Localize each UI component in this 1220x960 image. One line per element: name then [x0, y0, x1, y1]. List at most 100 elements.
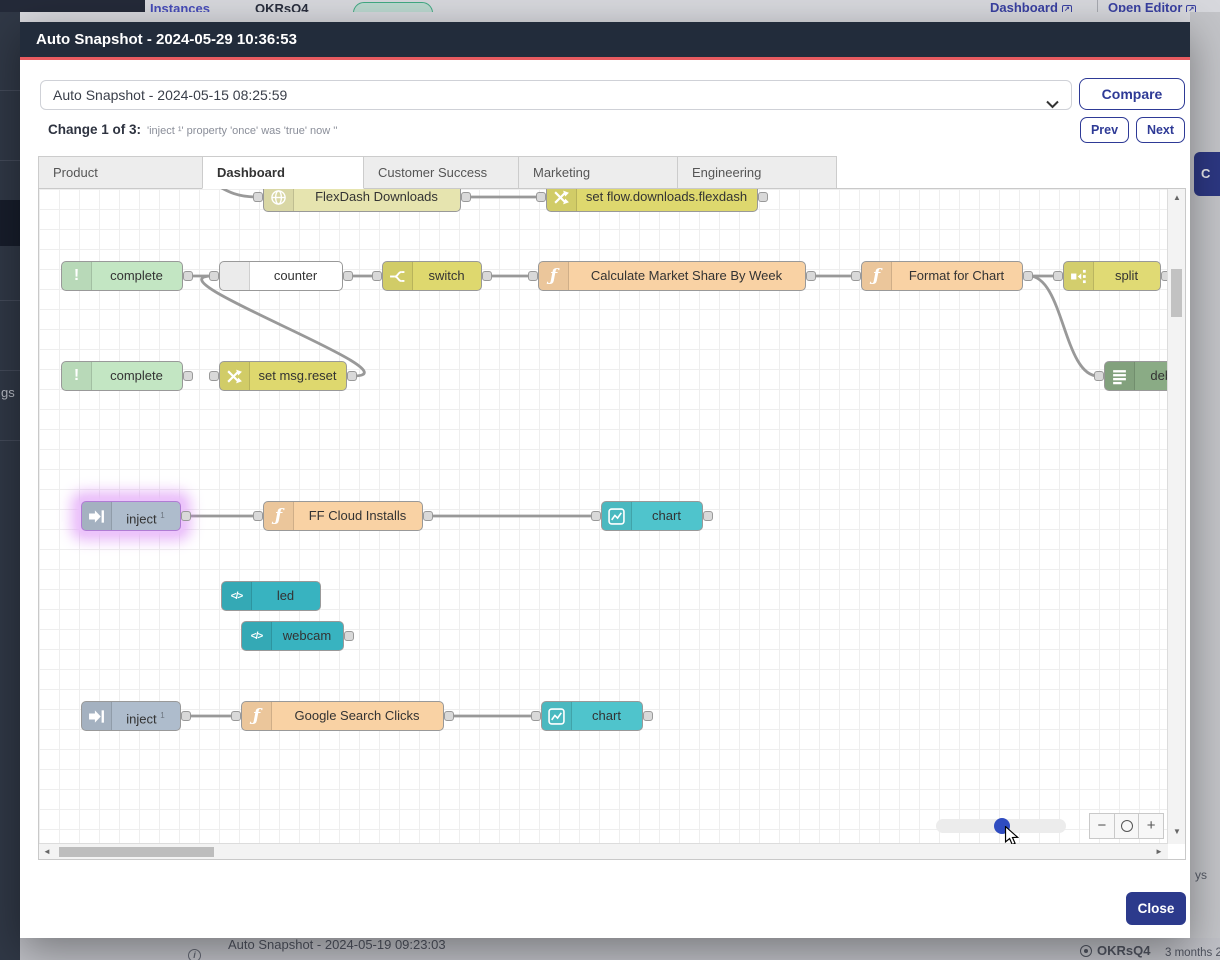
compare-button[interactable]: Compare — [1079, 78, 1185, 110]
flow-node-calc[interactable]: ƒCalculate Market Share By Week — [538, 261, 806, 291]
output-port[interactable] — [181, 511, 191, 521]
input-port[interactable] — [253, 192, 263, 202]
chart-icon — [602, 502, 632, 530]
node-label: inject 1 — [113, 702, 178, 730]
input-port[interactable] — [372, 271, 382, 281]
prev-change-button[interactable]: Prev — [1080, 117, 1129, 143]
input-port[interactable] — [1094, 371, 1104, 381]
flow-node-chart1[interactable]: chart — [601, 501, 703, 531]
input-port[interactable] — [1053, 271, 1063, 281]
complete-icon: ! — [62, 362, 92, 390]
input-port[interactable] — [851, 271, 861, 281]
flow-node-switch[interactable]: switch — [382, 261, 482, 291]
tab-product[interactable]: Product — [38, 156, 203, 189]
flow-node-chart2[interactable]: chart — [541, 701, 643, 731]
flow-node-led[interactable]: </>led — [221, 581, 321, 611]
flow-node-webcam[interactable]: </>webcam — [241, 621, 344, 651]
flow-area[interactable]: FlexDash Downloads set flow.downloads.fle… — [39, 189, 1168, 844]
node-label: Format for Chart — [893, 262, 1020, 290]
output-port[interactable] — [758, 192, 768, 202]
tab-dashboard[interactable]: Dashboard — [202, 156, 364, 189]
change-status-row: Change 1 of 3: 'inject ¹' property 'once'… — [48, 122, 337, 137]
flow-node-setflow[interactable]: set flow.downloads.flexdash — [546, 189, 758, 212]
flow-node-split[interactable]: split — [1063, 261, 1161, 291]
scroll-down-arrow[interactable]: ▼ — [1173, 827, 1181, 836]
input-port[interactable] — [209, 371, 219, 381]
tab-marketing[interactable]: Marketing — [518, 156, 678, 189]
output-port[interactable] — [461, 192, 471, 202]
node-label: split — [1095, 262, 1158, 290]
output-port[interactable] — [183, 371, 193, 381]
output-port[interactable] — [423, 511, 433, 521]
switch-icon — [383, 262, 413, 290]
node-label: inject 1 — [113, 502, 178, 530]
zoom-in-button[interactable]: + — [1139, 814, 1163, 838]
snapshot-select[interactable]: Auto Snapshot - 2024-05-15 08:25:59 — [40, 80, 1072, 110]
node-label: complete — [93, 362, 180, 390]
zoom-button-group: − + — [1089, 813, 1164, 839]
flow-node-setreset[interactable]: set msg.reset — [219, 361, 347, 391]
change-counter: Change 1 of 3: — [48, 122, 141, 137]
node-label: set msg.reset — [251, 362, 344, 390]
dialog-title: Auto Snapshot - 2024-05-29 10:36:53 — [36, 31, 297, 48]
output-port[interactable] — [482, 271, 492, 281]
node-label: FF Cloud Installs — [295, 502, 420, 530]
zoom-out-button[interactable]: − — [1090, 814, 1115, 838]
snapshot-select-value: Auto Snapshot - 2024-05-15 08:25:59 — [53, 87, 287, 103]
function-icon: ƒ — [242, 702, 272, 730]
vertical-scroll-thumb[interactable] — [1171, 269, 1182, 317]
zoom-slider[interactable] — [936, 819, 1066, 833]
next-change-button[interactable]: Next — [1136, 117, 1185, 143]
flow-node-inject1[interactable]: inject 1 — [81, 501, 181, 531]
canvas-vertical-scrollbar[interactable]: ▲ ▼ — [1167, 189, 1185, 844]
mouse-cursor — [1004, 826, 1020, 844]
scroll-right-arrow[interactable]: ► — [1155, 847, 1163, 856]
function-icon: ƒ — [862, 262, 892, 290]
dialog-header: Auto Snapshot - 2024-05-29 10:36:53 — [20, 22, 1190, 60]
split-icon — [1064, 262, 1094, 290]
flow-node-format[interactable]: ƒFormat for Chart — [861, 261, 1023, 291]
flow-node-counter[interactable]: counter — [219, 261, 343, 291]
output-port[interactable] — [347, 371, 357, 381]
input-port[interactable] — [231, 711, 241, 721]
output-port[interactable] — [181, 711, 191, 721]
horizontal-scroll-thumb[interactable] — [59, 847, 214, 857]
zoom-reset-button[interactable] — [1115, 814, 1140, 838]
flow-node-flexdash[interactable]: FlexDash Downloads — [263, 189, 461, 212]
zoom-reset-icon — [1121, 820, 1133, 832]
output-port[interactable] — [703, 511, 713, 521]
close-button[interactable]: Close — [1126, 892, 1186, 925]
input-port[interactable] — [536, 192, 546, 202]
flow-node-ffcloud[interactable]: ƒFF Cloud Installs — [263, 501, 423, 531]
output-port[interactable] — [344, 631, 354, 641]
debug-icon — [1105, 362, 1135, 390]
input-port[interactable] — [209, 271, 219, 281]
scroll-up-arrow[interactable]: ▲ — [1173, 193, 1181, 202]
scroll-left-arrow[interactable]: ◄ — [43, 847, 51, 856]
output-port[interactable] — [806, 271, 816, 281]
node-icon-blank — [220, 262, 250, 290]
input-port[interactable] — [591, 511, 601, 521]
node-label: Google Search Clicks — [273, 702, 441, 730]
output-port[interactable] — [444, 711, 454, 721]
output-port[interactable] — [343, 271, 353, 281]
flow-node-debug[interactable]: debug — [1104, 361, 1168, 391]
input-port[interactable] — [528, 271, 538, 281]
template-icon: </> — [242, 622, 272, 650]
change-detail: 'inject ¹' property 'once' was 'true' no… — [147, 125, 337, 137]
flow-node-inject2[interactable]: inject 1 — [81, 701, 181, 731]
tab-customer-success[interactable]: Customer Success — [363, 156, 519, 189]
flow-node-complete1[interactable]: !complete — [61, 261, 183, 291]
output-port[interactable] — [183, 271, 193, 281]
output-port[interactable] — [1023, 271, 1033, 281]
template-icon: </> — [222, 582, 252, 610]
tab-engineering[interactable]: Engineering — [677, 156, 837, 189]
flow-node-google[interactable]: ƒGoogle Search Clicks — [241, 701, 444, 731]
output-port[interactable] — [643, 711, 653, 721]
flow-node-complete2[interactable]: !complete — [61, 361, 183, 391]
input-port[interactable] — [531, 711, 541, 721]
canvas-horizontal-scrollbar[interactable]: ◄ ► — [39, 843, 1168, 859]
input-port[interactable] — [253, 511, 263, 521]
node-label: Calculate Market Share By Week — [570, 262, 803, 290]
complete-icon: ! — [62, 262, 92, 290]
